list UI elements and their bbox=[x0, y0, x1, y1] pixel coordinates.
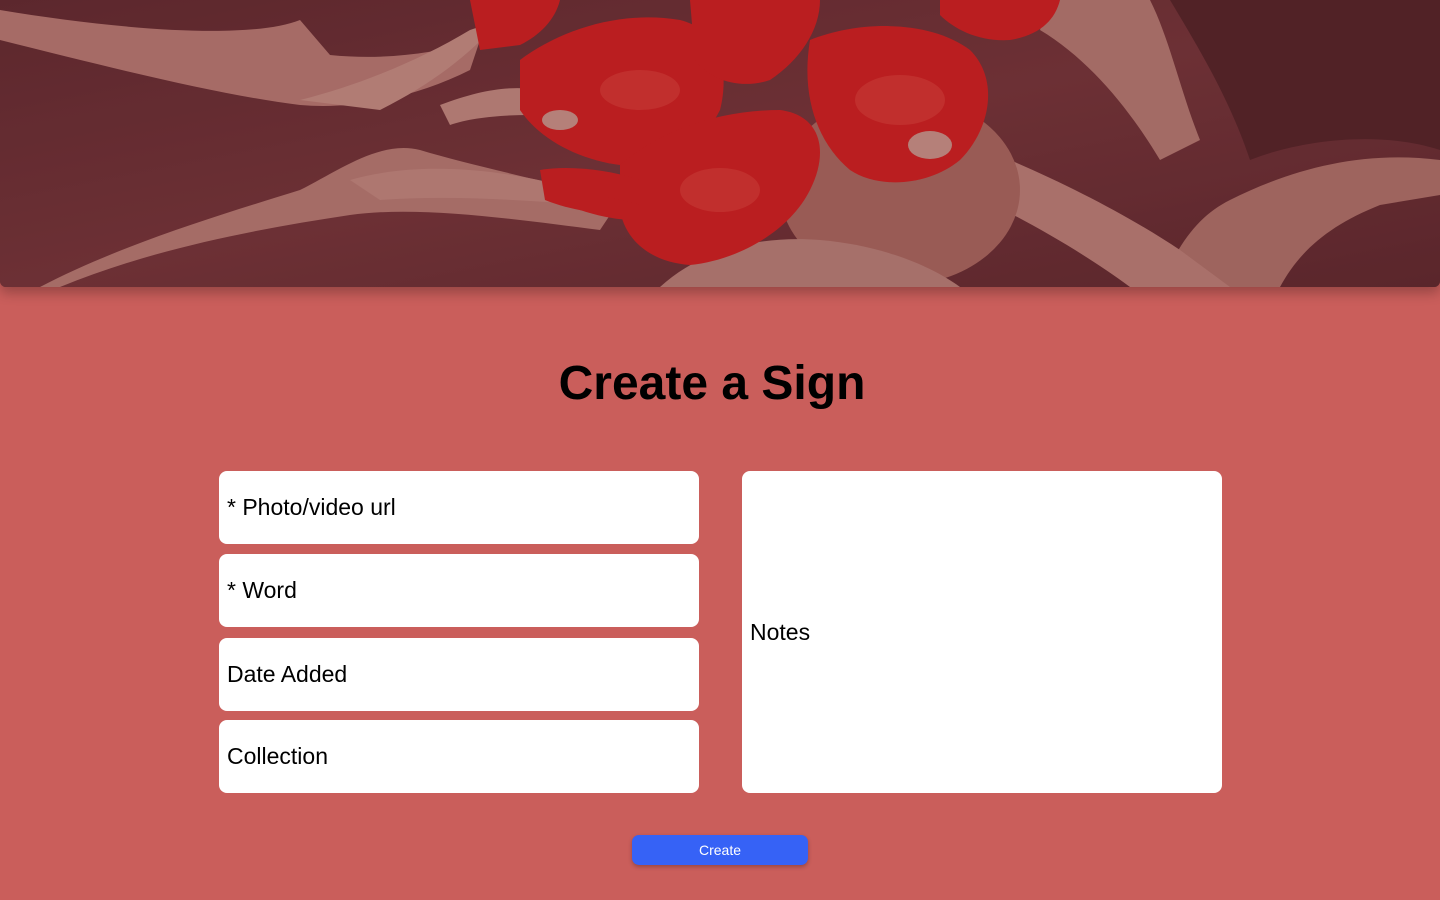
page-title: Create a Sign bbox=[558, 357, 866, 410]
word-input[interactable] bbox=[219, 554, 699, 627]
hero-banner-image bbox=[0, 0, 1440, 287]
collection-input[interactable] bbox=[219, 720, 699, 793]
date-added-input[interactable] bbox=[219, 638, 699, 711]
painted-hands-illustration bbox=[0, 0, 1440, 287]
notes-placeholder: Notes bbox=[750, 618, 811, 645]
notes-textarea[interactable]: Notes bbox=[742, 471, 1222, 793]
create-button[interactable]: Create bbox=[632, 835, 808, 865]
photo-video-url-input[interactable] bbox=[219, 471, 699, 544]
